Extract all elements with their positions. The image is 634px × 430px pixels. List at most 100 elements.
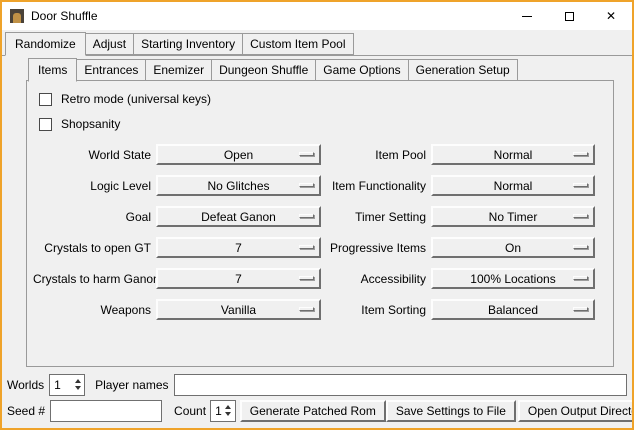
dropdown-indicator-icon — [573, 152, 588, 156]
save-settings-button[interactable]: Save Settings to File — [386, 400, 516, 422]
worlds-label: Worlds — [7, 378, 44, 392]
timer-setting-value: No Timer — [489, 210, 538, 224]
timer-setting-label: Timer Setting — [326, 210, 426, 224]
player-names-input[interactable] — [174, 374, 628, 396]
tab-dungeon-shuffle[interactable]: Dungeon Shuffle — [211, 59, 316, 81]
dropdown-indicator-icon — [299, 276, 314, 280]
dropdown-indicator-icon — [299, 245, 314, 249]
item-pool-dropdown[interactable]: Normal — [431, 144, 595, 165]
crystals-gt-dropdown[interactable]: 7 — [156, 237, 321, 258]
spin-up-icon[interactable] — [75, 379, 81, 383]
item-functionality-label: Item Functionality — [326, 179, 426, 193]
item-functionality-value: Normal — [494, 179, 533, 193]
goal-value: Defeat Ganon — [201, 210, 276, 224]
world-state-label: World State — [33, 148, 151, 162]
shopsanity-checkbox[interactable] — [39, 118, 52, 131]
bottom-controls: Worlds 1 Player names Seed # Count 1 — [5, 373, 629, 422]
world-state-dropdown[interactable]: Open — [156, 144, 321, 165]
tab-adjust[interactable]: Adjust — [85, 33, 134, 55]
goal-dropdown[interactable]: Defeat Ganon — [156, 206, 321, 227]
close-icon: ✕ — [606, 10, 616, 22]
tab-enemizer[interactable]: Enemizer — [145, 59, 212, 81]
player-names-label: Player names — [95, 378, 168, 392]
accessibility-dropdown[interactable]: 100% Locations — [431, 268, 595, 289]
spin-buttons — [222, 401, 235, 421]
dropdown-indicator-icon — [299, 307, 314, 311]
spin-up-icon[interactable] — [225, 405, 231, 409]
dropdown-indicator-icon — [299, 183, 314, 187]
worlds-spinbox[interactable]: 1 — [49, 374, 85, 396]
crystals-ganon-dropdown[interactable]: 7 — [156, 268, 321, 289]
minimize-button[interactable] — [506, 2, 548, 30]
item-pool-value: Normal — [494, 148, 533, 162]
logic-level-label: Logic Level — [33, 179, 151, 193]
progressive-items-dropdown[interactable]: On — [431, 237, 595, 258]
count-value: 1 — [215, 404, 222, 418]
seed-row: Seed # Count 1 Generate Patched Rom Save… — [5, 399, 629, 422]
app-icon — [10, 9, 24, 23]
item-sorting-label: Item Sorting — [326, 303, 426, 317]
count-label: Count — [174, 404, 206, 418]
maximize-icon — [565, 12, 574, 21]
dropdown-indicator-icon — [299, 152, 314, 156]
seed-input[interactable] — [50, 400, 162, 422]
shopsanity-row: Shopsanity — [39, 114, 609, 134]
goal-label: Goal — [33, 210, 151, 224]
tab-randomize[interactable]: Randomize — [5, 32, 86, 56]
progressive-items-label: Progressive Items — [326, 241, 426, 255]
worlds-value: 1 — [54, 378, 71, 392]
item-functionality-dropdown[interactable]: Normal — [431, 175, 595, 196]
worlds-row: Worlds 1 Player names — [5, 373, 629, 396]
dropdown-indicator-icon — [573, 183, 588, 187]
items-tab-pane: Retro mode (universal keys) Shopsanity W… — [26, 80, 614, 367]
outer-tab-bar: Randomize Adjust Starting Inventory Cust… — [2, 32, 632, 55]
shopsanity-label: Shopsanity — [61, 117, 120, 131]
dropdown-indicator-icon — [573, 245, 588, 249]
spin-buttons — [71, 375, 84, 395]
spin-down-icon[interactable] — [75, 386, 81, 390]
settings-grid: World State Open Item Pool Normal Logic … — [33, 144, 609, 320]
world-state-value: Open — [224, 148, 253, 162]
crystals-ganon-value: 7 — [235, 272, 242, 286]
crystals-gt-value: 7 — [235, 241, 242, 255]
weapons-dropdown[interactable]: Vanilla — [156, 299, 321, 320]
item-sorting-value: Balanced — [488, 303, 538, 317]
weapons-value: Vanilla — [221, 303, 256, 317]
item-pool-label: Item Pool — [326, 148, 426, 162]
progressive-items-value: On — [505, 241, 521, 255]
close-button[interactable]: ✕ — [590, 2, 632, 30]
tab-game-options[interactable]: Game Options — [315, 59, 408, 81]
crystals-gt-label: Crystals to open GT — [33, 241, 151, 255]
accessibility-label: Accessibility — [326, 272, 426, 286]
timer-setting-dropdown[interactable]: No Timer — [431, 206, 595, 227]
inner-tab-bar: Items Entrances Enemizer Dungeon Shuffle… — [26, 58, 614, 81]
dropdown-indicator-icon — [573, 307, 588, 311]
item-sorting-dropdown[interactable]: Balanced — [431, 299, 595, 320]
logic-level-value: No Glitches — [207, 179, 269, 193]
randomize-tab-pane: Items Entrances Enemizer Dungeon Shuffle… — [2, 55, 632, 394]
tab-generation-setup[interactable]: Generation Setup — [408, 59, 518, 81]
maximize-button[interactable] — [548, 2, 590, 30]
spin-down-icon[interactable] — [225, 412, 231, 416]
seed-label: Seed # — [7, 404, 45, 418]
app-window: Door Shuffle ✕ Randomize Adjust Starting… — [0, 0, 634, 430]
accessibility-value: 100% Locations — [470, 272, 555, 286]
dropdown-indicator-icon — [573, 276, 588, 280]
generate-patched-rom-button[interactable]: Generate Patched Rom — [240, 400, 386, 422]
inner-notebook: Items Entrances Enemizer Dungeon Shuffle… — [26, 58, 614, 367]
count-spinbox[interactable]: 1 — [210, 400, 236, 422]
retro-mode-checkbox[interactable] — [39, 93, 52, 106]
dropdown-indicator-icon — [573, 214, 588, 218]
tab-entrances[interactable]: Entrances — [76, 59, 146, 81]
weapons-label: Weapons — [33, 303, 151, 317]
crystals-ganon-label: Crystals to harm Ganon — [33, 272, 151, 286]
open-output-directory-button[interactable]: Open Output Directory — [518, 400, 634, 422]
titlebar: Door Shuffle ✕ — [2, 2, 632, 30]
tab-custom-item-pool[interactable]: Custom Item Pool — [242, 33, 353, 55]
minimize-icon — [522, 16, 532, 17]
dropdown-indicator-icon — [299, 214, 314, 218]
tab-items[interactable]: Items — [28, 58, 77, 82]
tab-starting-inventory[interactable]: Starting Inventory — [133, 33, 243, 55]
window-title: Door Shuffle — [31, 9, 98, 23]
logic-level-dropdown[interactable]: No Glitches — [156, 175, 321, 196]
